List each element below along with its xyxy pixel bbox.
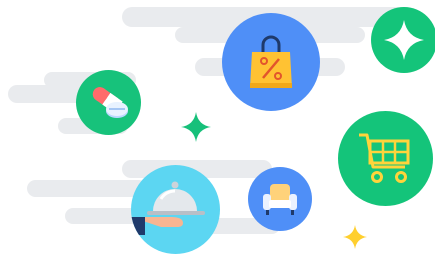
- sparkle-star-icon: [371, 7, 435, 73]
- food-cloche-icon: [131, 165, 220, 254]
- shopping-cart-icon: [338, 111, 433, 206]
- armchair-furniture-icon: [248, 167, 312, 231]
- shopping-bag-discount-icon: [222, 13, 320, 111]
- sparkle-green-icon: [181, 112, 211, 142]
- pills-medicine-icon: [76, 70, 141, 135]
- sparkle-yellow-icon: [343, 225, 367, 249]
- category-illustration: [0, 0, 435, 254]
- motion-streak: [27, 180, 147, 197]
